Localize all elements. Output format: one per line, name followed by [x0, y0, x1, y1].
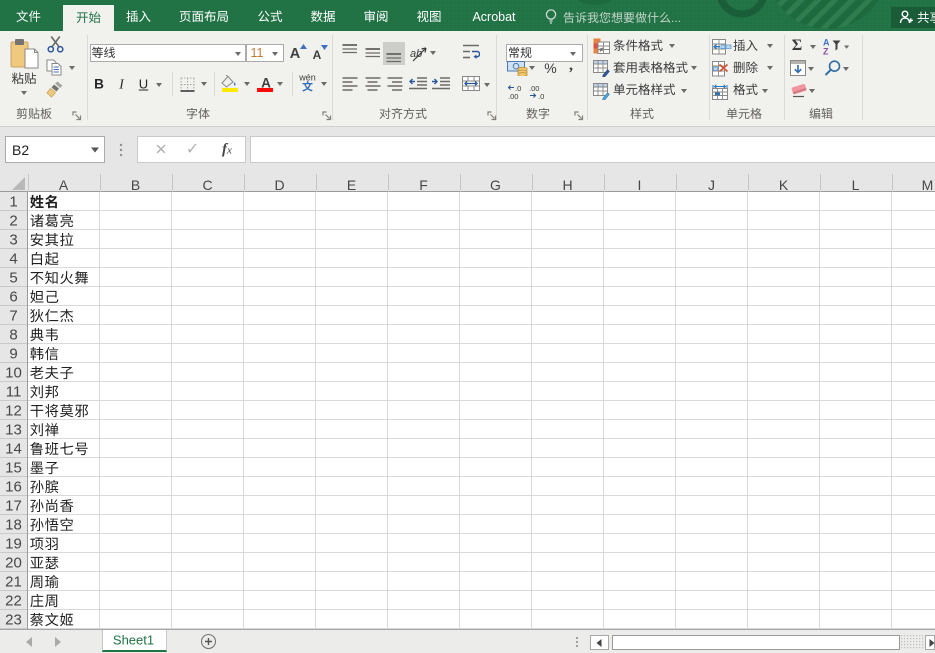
svg-text:.0: .0	[538, 92, 544, 100]
svg-text:.00: .00	[508, 92, 518, 100]
svg-text:≠: ≠	[600, 47, 604, 54]
svg-text:Z: Z	[823, 47, 829, 56]
